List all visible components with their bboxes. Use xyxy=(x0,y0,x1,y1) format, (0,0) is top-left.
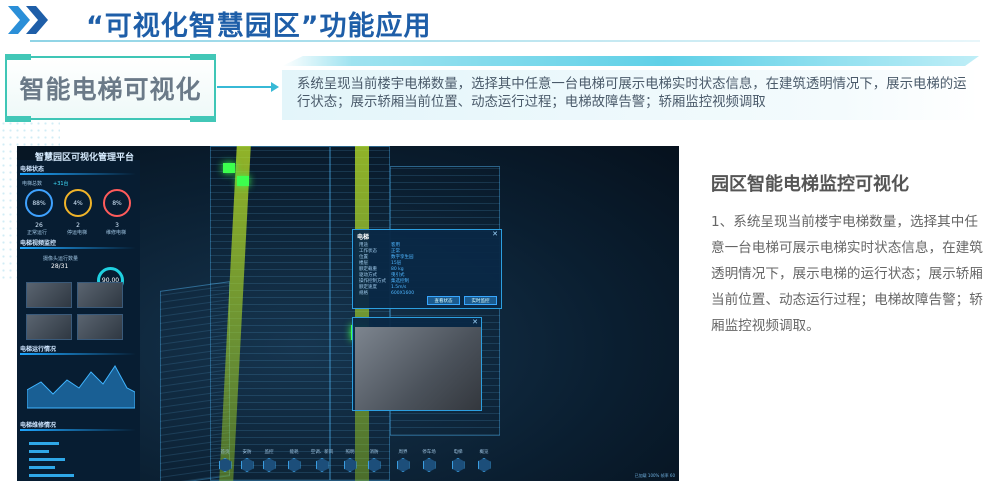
shield-icon xyxy=(240,458,254,472)
toolbar-label: 消防 xyxy=(369,450,379,455)
ring-count: 3 xyxy=(115,222,119,229)
elevator-info-card: 电梯 ✕ 用途 客用 工作状态 正常 位置 数字孪生园 楼层 15层 额定载重 80 kg… xyxy=(352,229,502,309)
elevator-car[interactable] xyxy=(223,163,235,173)
ring-count: 26 xyxy=(35,222,43,229)
total-label: 电梯总数 xyxy=(22,181,43,187)
fire-icon xyxy=(367,458,381,472)
section-title-video: 电梯视频监控 xyxy=(20,240,57,247)
toolbar-item-elevator[interactable]: 电梯 xyxy=(445,449,471,472)
view-status-button[interactable]: 查看状态 xyxy=(427,296,460,305)
lightbulb-icon xyxy=(343,458,357,472)
feature-label: 智能电梯可视化 xyxy=(19,75,202,104)
camera-count-value: 28/31 xyxy=(51,263,69,270)
toolbar-item-parking[interactable]: 停车场 xyxy=(416,449,442,472)
home-icon xyxy=(218,458,232,472)
elevator-run-area-chart xyxy=(27,365,135,409)
close-icon[interactable]: ✕ xyxy=(472,318,478,326)
3d-building-scene: 电梯 ✕ 用途 客用 工作状态 正常 位置 数字孪生园 楼层 15层 额定载重 80 kg… xyxy=(140,146,679,481)
ring-percent: 88% xyxy=(32,199,46,207)
dashboard-left-panel: 电梯状态 电梯总数 +31台 88% 4% 8% 26 2 3 正常运行 停运电… xyxy=(17,160,140,481)
elevator-shaft[interactable] xyxy=(355,146,369,481)
ring-label: 正常运行 xyxy=(27,230,48,236)
toolbar-label: 能耗 xyxy=(289,450,299,455)
camera-count-label: 摄像头运行数量 xyxy=(43,256,79,262)
ring-normal: 88% xyxy=(25,189,53,217)
elevator-icon xyxy=(451,458,465,472)
info-value: 600X1600 xyxy=(391,291,415,296)
cabin-camera-feed[interactable] xyxy=(355,327,481,410)
toolbar-item-overview[interactable]: 概览 xyxy=(471,449,497,472)
toolbar-item-energy[interactable]: 能耗 xyxy=(281,449,307,472)
parking-icon xyxy=(422,458,436,472)
camera-thumbnail[interactable] xyxy=(26,314,72,340)
section-underline xyxy=(20,173,136,175)
section-title-status: 电梯状态 xyxy=(20,166,45,173)
dashboard-screenshot: 电梯 ✕ 用途 客用 工作状态 正常 位置 数字孪生园 楼层 15层 额定载重 80 kg… xyxy=(17,146,679,481)
title-divider xyxy=(30,40,980,42)
total-value: +31台 xyxy=(53,181,69,187)
fan-icon xyxy=(315,458,329,472)
toolbar-label: 周界 xyxy=(398,450,408,455)
repair-bar xyxy=(29,442,59,445)
lightning-icon xyxy=(287,458,301,472)
platform-title: 智慧园区可视化管理平台 xyxy=(35,153,135,163)
section-heading: 园区智能电梯监控可视化 xyxy=(711,174,909,195)
toolbar-item-perimeter[interactable]: 周界 xyxy=(390,449,416,472)
chart-area-series xyxy=(27,365,135,409)
chevron-right-icon xyxy=(26,6,48,34)
camera-icon xyxy=(262,458,276,472)
repair-bar xyxy=(29,450,49,453)
toolbar-item-fire[interactable]: 消防 xyxy=(361,449,387,472)
repair-bar xyxy=(29,474,74,477)
live-monitor-button[interactable]: 实时监控 xyxy=(464,296,497,305)
elevator-car[interactable] xyxy=(237,176,249,186)
ring-label: 维修电梯 xyxy=(106,230,127,236)
info-key: 规格 xyxy=(359,291,368,296)
toolbar-item-hvac[interactable]: 空调、新风 xyxy=(309,449,335,472)
description-header-bar xyxy=(282,56,979,66)
section-underline xyxy=(20,247,136,249)
feature-description: 系统呈现当前楼宇电梯数量，选择其中任意一台电梯可展示电梯实时状态信息，在建筑透明… xyxy=(297,77,967,110)
toolbar-label: 概览 xyxy=(479,450,489,455)
ring-count: 2 xyxy=(76,222,80,229)
section-title-repair: 电梯维修情况 xyxy=(20,422,57,429)
fence-icon xyxy=(396,458,410,472)
toolbar-label: 监控 xyxy=(264,450,274,455)
section-underline xyxy=(20,353,136,355)
ring-percent: 8% xyxy=(112,199,122,207)
camera-thumbnail[interactable] xyxy=(77,282,123,308)
close-icon[interactable]: ✕ xyxy=(492,230,498,238)
camera-thumbnail[interactable] xyxy=(77,314,123,340)
info-row: 规格 600X1600 xyxy=(359,290,414,296)
grid-icon xyxy=(477,458,491,472)
elevator-video-card: ✕ xyxy=(352,317,482,411)
ring-stopped: 4% xyxy=(64,189,92,217)
ring-repair: 8% xyxy=(103,189,131,217)
ring-percent: 4% xyxy=(73,199,83,207)
toolbar-item-monitor[interactable]: 监控 xyxy=(256,449,282,472)
feature-label-box: 智能电梯可视化 xyxy=(5,54,216,122)
toolbar-label: 电梯 xyxy=(453,450,463,455)
toolbar-item-lighting[interactable]: 照明 xyxy=(337,449,363,472)
arrow-right-icon xyxy=(217,82,279,92)
ring-label: 停运电梯 xyxy=(67,230,88,236)
toolbar-label: 空调、新风 xyxy=(310,450,334,455)
info-card-title: 电梯 xyxy=(357,234,370,241)
section-underline xyxy=(20,429,136,431)
camera-thumbnail[interactable] xyxy=(26,282,72,308)
toolbar-label: 停车场 xyxy=(422,450,436,455)
repair-bar xyxy=(29,458,65,461)
repair-bar xyxy=(29,466,55,469)
section-body: 1、系统呈现当前楼宇电梯数量，选择其中任意一台电梯可展示电梯实时状态信息，在建筑… xyxy=(711,214,983,334)
section-title-run: 电梯运行情况 xyxy=(20,346,57,353)
status-line: 已加载 100% 帧率 60 xyxy=(634,473,675,478)
toolbar-label: 照明 xyxy=(345,450,355,455)
page-title: “可视化智慧园区”功能应用 xyxy=(86,11,432,42)
